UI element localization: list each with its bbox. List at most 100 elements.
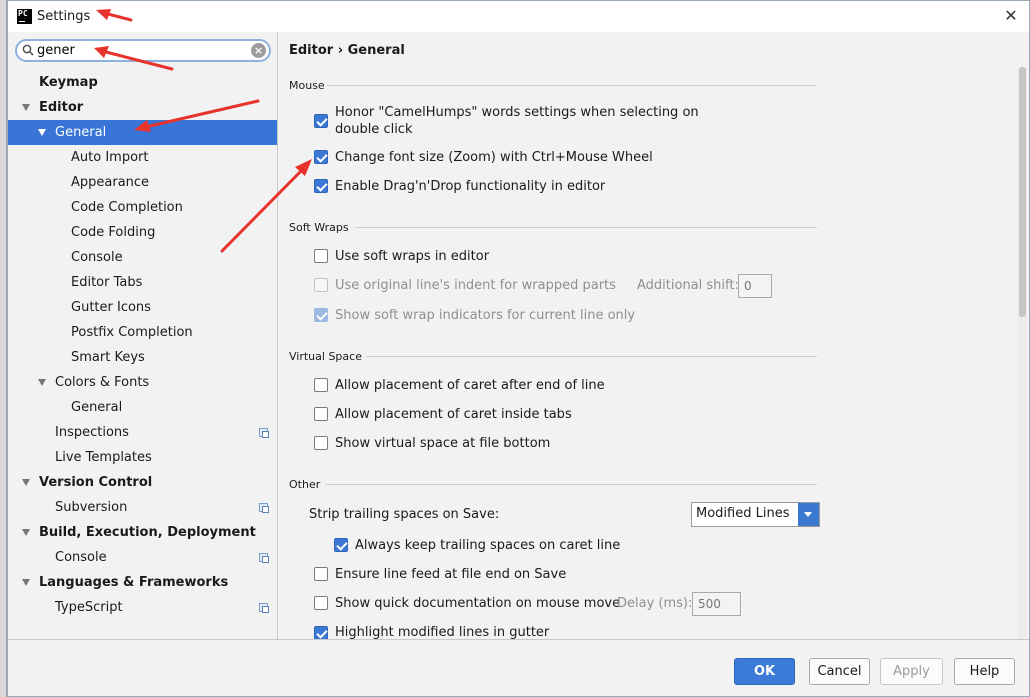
tree-item-code-completion[interactable]: Code Completion [8, 195, 277, 220]
scrollbar-thumb[interactable] [1019, 67, 1026, 317]
delay-label: Delay (ms): [617, 596, 693, 611]
expand-arrow-icon[interactable] [22, 104, 30, 111]
tree-item-label: Postfix Completion [71, 325, 193, 340]
expand-arrow-icon[interactable] [38, 379, 46, 386]
settings-sidebar: × Keymap Editor General Auto Import Appe… [8, 32, 278, 639]
tree-item-label: Code Completion [71, 200, 183, 215]
tree-item-postfix-completion[interactable]: Postfix Completion [8, 320, 277, 345]
chevron-down-icon[interactable] [798, 503, 819, 526]
tree-item-label: Languages & Frameworks [39, 575, 229, 590]
close-button[interactable]: ✕ [1001, 6, 1021, 26]
tree-item-colors-fonts[interactable]: Colors & Fonts [8, 370, 277, 395]
tree-item-console[interactable]: Console [8, 245, 277, 270]
expand-arrow-icon[interactable] [22, 579, 30, 586]
tree-item-build-execution-deployment[interactable]: Build, Execution, Deployment [8, 520, 277, 545]
section-title-soft-wraps: Soft Wraps [289, 221, 349, 234]
search-input[interactable] [37, 42, 247, 59]
tree-item-label: Version Control [39, 475, 153, 490]
tree-item-label: Colors & Fonts [55, 375, 150, 390]
project-settings-icon [259, 503, 269, 513]
tree-item-label: Code Folding [71, 225, 156, 240]
keep-trailing-checkbox[interactable] [334, 538, 348, 552]
tree-item-smart-keys[interactable]: Smart Keys [8, 345, 277, 370]
delay-input[interactable]: 500 [692, 592, 741, 616]
section-divider [325, 484, 817, 485]
expand-arrow-icon[interactable] [38, 129, 46, 136]
quick-doc-checkbox[interactable] [314, 596, 328, 610]
section-divider [355, 227, 817, 228]
cancel-button[interactable]: Cancel [809, 658, 870, 685]
camel-humps-checkbox[interactable] [314, 114, 328, 128]
caret-inside-tabs-label: Allow placement of caret inside tabs [335, 407, 572, 422]
highlight-modified-checkbox[interactable] [314, 626, 328, 639]
tree-item-code-folding[interactable]: Code Folding [8, 220, 277, 245]
tree-item-editor-general[interactable]: General [8, 120, 277, 145]
section-title-mouse: Mouse [289, 79, 325, 92]
settings-dialog: PC Settings ✕ × Keymap Editor General Au… [7, 0, 1030, 697]
tree-item-keymap[interactable]: Keymap [8, 70, 277, 95]
expand-arrow-icon[interactable] [22, 479, 30, 486]
tree-item-editor[interactable]: Editor [8, 95, 277, 120]
tree-item-live-templates[interactable]: Live Templates [8, 445, 277, 470]
search-box[interactable]: × [15, 39, 271, 62]
tree-item-subversion[interactable]: Subversion [8, 495, 277, 520]
window-title: Settings [37, 9, 91, 24]
tree-item-label: Editor Tabs [71, 275, 143, 290]
content-scrollbar[interactable] [1018, 67, 1027, 639]
virtual-space-bottom-checkbox[interactable] [314, 436, 328, 450]
caret-inside-tabs-checkbox[interactable] [314, 407, 328, 421]
tree-item-label: Live Templates [55, 450, 152, 465]
tree-item-label: Console [55, 550, 107, 565]
tree-item-label: Console [71, 250, 123, 265]
soft-wrap-indicators-checkbox[interactable] [314, 308, 328, 322]
original-indent-checkbox[interactable] [314, 278, 328, 292]
tree-item-inspections[interactable]: Inspections [8, 420, 277, 445]
tree-item-colors-fonts-general[interactable]: General [8, 395, 277, 420]
dragdrop-checkbox[interactable] [314, 179, 328, 193]
tree-item-label: Subversion [55, 500, 128, 515]
tree-item-label: General [71, 400, 123, 415]
section-title-other: Other [289, 478, 321, 491]
tree-item-label: Auto Import [71, 150, 149, 165]
line-feed-label: Ensure line feed at file end on Save [335, 567, 567, 582]
tree-item-gutter-icons[interactable]: Gutter Icons [8, 295, 277, 320]
apply-button[interactable]: Apply [880, 658, 943, 685]
line-feed-checkbox[interactable] [314, 567, 328, 581]
tree-item-label: Editor [39, 100, 84, 115]
tree-item-label: General [55, 125, 107, 140]
section-divider [367, 356, 817, 357]
dialog-button-bar: OK Cancel Apply Help [8, 639, 1029, 696]
tree-item-label: Keymap [39, 75, 98, 90]
help-button[interactable]: Help [954, 658, 1015, 685]
strip-trailing-dropdown[interactable]: Modified Lines [691, 502, 820, 527]
zoom-checkbox[interactable] [314, 150, 328, 164]
strip-trailing-value: Modified Lines [696, 506, 790, 521]
breadcrumb: Editor › General [289, 43, 405, 58]
caret-after-end-checkbox[interactable] [314, 378, 328, 392]
tree-item-auto-import[interactable]: Auto Import [8, 145, 277, 170]
tree-item-version-control[interactable]: Version Control [8, 470, 277, 495]
tree-item-languages-frameworks[interactable]: Languages & Frameworks [8, 570, 277, 595]
additional-shift-label: Additional shift: [637, 278, 739, 293]
tree-item-label: TypeScript [55, 600, 123, 615]
section-title-virtual-space: Virtual Space [289, 350, 362, 363]
background-window-edge [0, 0, 7, 697]
tree-item-appearance[interactable]: Appearance [8, 170, 277, 195]
original-indent-label: Use original line's indent for wrapped p… [335, 278, 616, 293]
quick-doc-label: Show quick documentation on mouse move [335, 596, 621, 611]
zoom-label: Change font size (Zoom) with Ctrl+Mouse … [335, 150, 653, 165]
highlight-modified-label: Highlight modified lines in gutter [335, 625, 550, 639]
ok-button[interactable]: OK [734, 658, 795, 685]
tree-item-typescript[interactable]: TypeScript [8, 595, 277, 620]
expand-arrow-icon[interactable] [22, 529, 30, 536]
soft-wrap-indicators-label: Show soft wrap indicators for current li… [335, 308, 636, 323]
tree-item-build-console[interactable]: Console [8, 545, 277, 570]
additional-shift-input[interactable]: 0 [738, 274, 772, 298]
tree-item-label: Build, Execution, Deployment [39, 525, 256, 540]
soft-wraps-checkbox[interactable] [314, 249, 328, 263]
clear-search-icon[interactable]: × [251, 43, 266, 58]
tree-item-editor-tabs[interactable]: Editor Tabs [8, 270, 277, 295]
caret-after-end-label: Allow placement of caret after end of li… [335, 378, 605, 393]
tree-item-label: Inspections [55, 425, 129, 440]
keep-trailing-label: Always keep trailing spaces on caret lin… [355, 538, 621, 553]
